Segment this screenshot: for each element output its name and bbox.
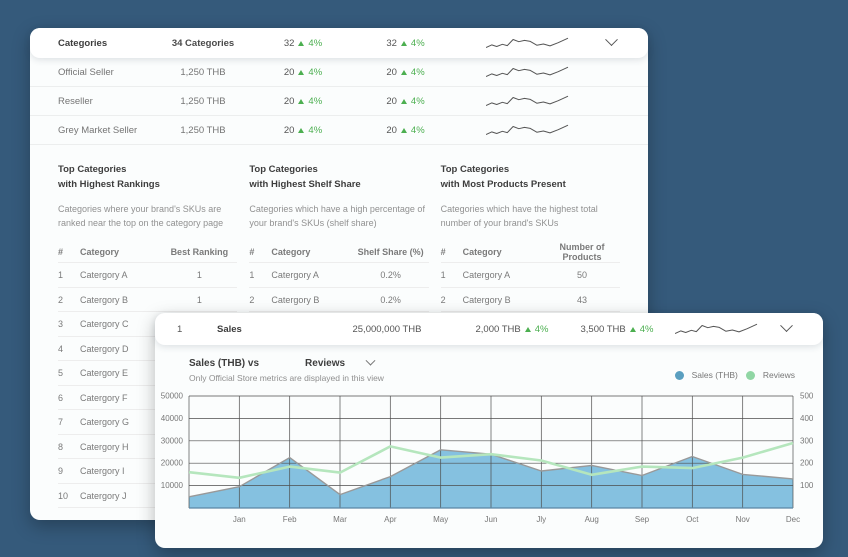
up-arrow-icon: [401, 99, 407, 104]
up-arrow-icon: [630, 327, 636, 332]
table-row: 1Catergory A50: [441, 263, 620, 288]
seller-rows: Official Seller 1,250 THB 20 4% 20 4% Re…: [30, 58, 648, 145]
svg-text:100: 100: [800, 481, 814, 490]
sparkline: [453, 63, 603, 82]
svg-text:Sep: Sep: [635, 515, 650, 524]
up-arrow-icon: [525, 327, 531, 332]
table-header-row: #CategoryBest Ranking: [58, 242, 237, 263]
row-metric-1: 2,000 THB 4%: [457, 324, 567, 335]
legend-item-sales: Sales (THB): [675, 370, 738, 380]
table-row: 2Catergory B43: [441, 288, 620, 313]
row-metric-1: 32 4%: [248, 38, 358, 49]
up-arrow-icon: [298, 41, 304, 46]
metric-dropdown[interactable]: Reviews: [305, 358, 374, 369]
chart-subtitle: Only Official Store metrics are displaye…: [189, 373, 384, 383]
up-arrow-icon: [298, 70, 304, 75]
section-title: Top Categories with Highest Shelf Share: [249, 163, 428, 192]
svg-text:Oct: Oct: [686, 515, 699, 524]
table-header-row: #CategoryShelf Share (%): [249, 242, 428, 263]
seller-row[interactable]: Reseller 1,250 THB 20 4% 20 4%: [30, 87, 648, 116]
svg-text:Jun: Jun: [485, 515, 498, 524]
table-row: 2Catergory B1: [58, 288, 237, 313]
up-arrow-icon: [401, 70, 407, 75]
table-row: 1Catergory A1: [58, 263, 237, 288]
sales-legend-dot: [675, 371, 684, 380]
row-metric-2: 20 4%: [358, 67, 453, 78]
chart-title: Sales (THB) vs: [189, 358, 259, 369]
row-metric-2: 32 4%: [358, 38, 453, 49]
row-metric-1: 20 4%: [248, 125, 358, 136]
chart-legend: Sales (THB) Reviews: [675, 370, 795, 380]
up-arrow-icon: [401, 41, 407, 46]
seller-row[interactable]: Official Seller 1,250 THB 20 4% 20 4%: [30, 58, 648, 87]
svg-text:Jly: Jly: [536, 515, 546, 524]
row-label: Official Seller: [58, 67, 158, 78]
svg-text:Aug: Aug: [585, 515, 599, 524]
row-label: Sales: [217, 324, 317, 335]
svg-text:Jan: Jan: [233, 515, 246, 524]
row-label: Categories: [58, 38, 158, 49]
svg-text:30000: 30000: [161, 436, 184, 445]
row-value: 34 Categories: [158, 38, 248, 49]
reviews-legend-dot: [746, 371, 755, 380]
svg-text:500: 500: [800, 392, 814, 401]
table-header-row: #CategoryNumber of Products: [441, 242, 620, 263]
dashboard-background: Categories 34 Categories 32 4% 32 4% Off…: [0, 0, 848, 557]
sales-reviews-chart: 10000 20000 30000 40000 50000 100 200 300 400 500…: [155, 391, 823, 529]
svg-text:200: 200: [800, 459, 814, 468]
sparkline: [453, 121, 603, 140]
up-arrow-icon: [298, 128, 304, 133]
svg-text:40000: 40000: [161, 414, 184, 423]
row-value: 1,250 THB: [158, 67, 248, 78]
sparkline: [453, 92, 603, 111]
svg-text:Mar: Mar: [333, 515, 347, 524]
table-row: 2Catergory B0.2%: [249, 288, 428, 313]
section-description: Categories which have the highest total …: [441, 203, 619, 230]
section-description: Categories which have a high percentage …: [249, 203, 427, 230]
legend-item-reviews: Reviews: [746, 370, 795, 380]
svg-text:300: 300: [800, 436, 814, 445]
section-description: Categories where your brand's SKUs are r…: [58, 203, 236, 230]
row-metric-2: 20 4%: [358, 96, 453, 107]
row-metric-1: 20 4%: [248, 67, 358, 78]
section-title: Top Categories with Highest Rankings: [58, 163, 237, 192]
svg-text:May: May: [433, 515, 448, 524]
svg-text:10000: 10000: [161, 481, 184, 490]
svg-text:400: 400: [800, 414, 814, 423]
chevron-down-icon[interactable]: [780, 319, 793, 332]
row-value: 1,250 THB: [158, 125, 248, 136]
row-metric-1: 20 4%: [248, 96, 358, 107]
row-label: Reseller: [58, 96, 158, 107]
row-metric-2: 20 4%: [358, 125, 453, 136]
up-arrow-icon: [401, 128, 407, 133]
row-label: Grey Market Seller: [58, 125, 158, 136]
row-index: 1: [177, 324, 217, 335]
seller-row[interactable]: Grey Market Seller 1,250 THB 20 4% 20 4%: [30, 116, 648, 145]
svg-text:Nov: Nov: [736, 515, 750, 524]
svg-text:20000: 20000: [161, 459, 184, 468]
svg-text:Apr: Apr: [384, 515, 397, 524]
sales-panel: 1 Sales 25,000,000 THB 2,000 THB 4% 3,50…: [155, 313, 823, 548]
section-title: Top Categories with Most Products Presen…: [441, 163, 620, 192]
sparkline: [667, 320, 767, 339]
sparkline: [453, 34, 603, 53]
svg-text:Feb: Feb: [283, 515, 297, 524]
chevron-down-icon: [366, 356, 376, 366]
row-value: 25,000,000 THB: [317, 324, 457, 335]
svg-text:Dec: Dec: [786, 515, 800, 524]
row-metric-2: 3,500 THB 4%: [567, 324, 667, 335]
table-row: 1Catergory A0.2%: [249, 263, 428, 288]
chart-header: Sales (THB) vs Reviews Only Official Sto…: [155, 345, 823, 383]
svg-text:50000: 50000: [161, 392, 184, 401]
sales-summary-row[interactable]: 1 Sales 25,000,000 THB 2,000 THB 4% 3,50…: [155, 313, 823, 345]
sales-reviews-chart-svg: 10000 20000 30000 40000 50000 100 200 300 400 500…: [155, 391, 823, 529]
categories-summary-row[interactable]: Categories 34 Categories 32 4% 32 4%: [30, 28, 648, 58]
up-arrow-icon: [298, 99, 304, 104]
chevron-down-icon[interactable]: [605, 33, 618, 46]
row-value: 1,250 THB: [158, 96, 248, 107]
